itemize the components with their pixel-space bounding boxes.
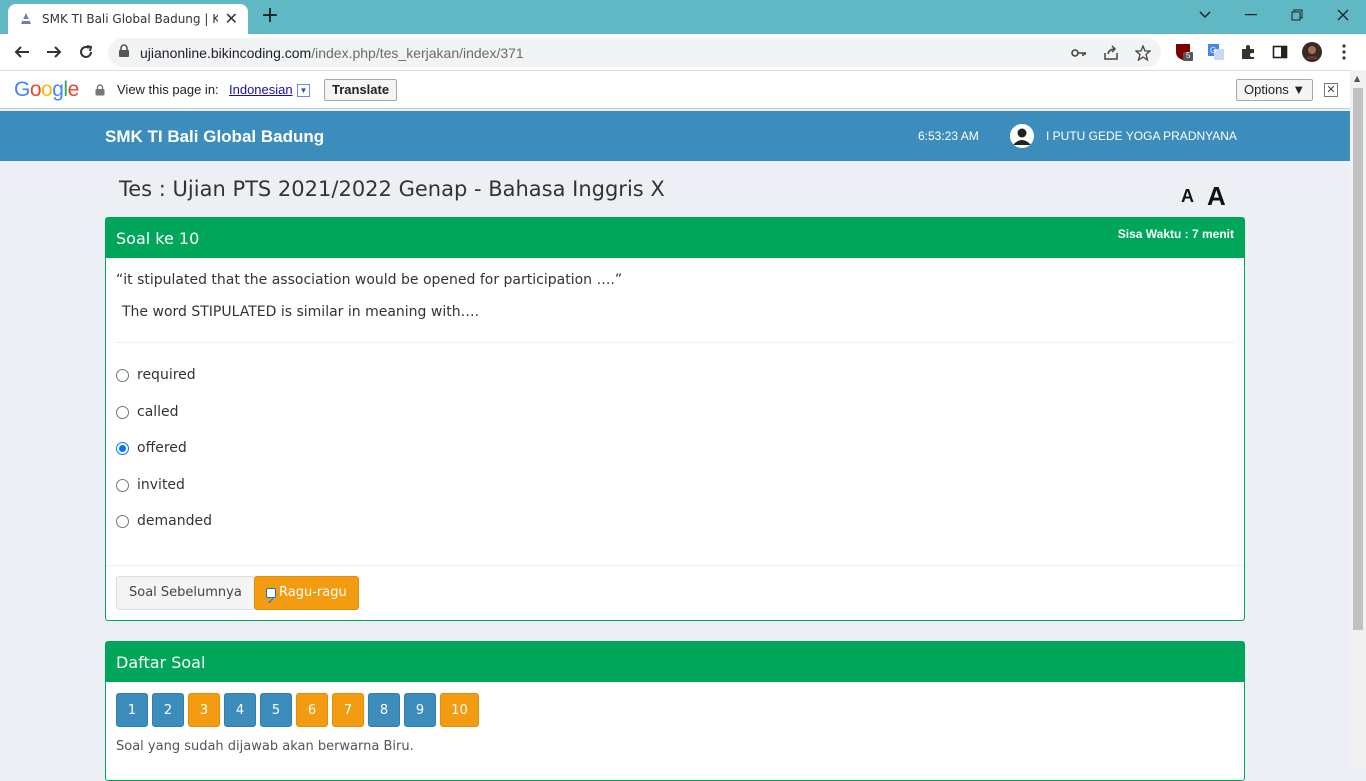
doubt-button[interactable]: Ragu-ragu [254,576,359,618]
question-list-panel: Daftar Soal 1 2 3 4 5 6 7 8 9 10 Soal yang sudah … [105,641,1245,781]
radio-button-selected[interactable] [116,441,129,455]
side-panel-icon[interactable] [1270,42,1290,62]
forward-button[interactable] [42,40,66,64]
tab-title: SMK TI Bali Global Badung | Kerjakan [42,12,218,26]
browser-toolbar: ujianonline.bikincoding.com/index.php/te… [0,34,1366,70]
google-translate-icon[interactable]: G [1206,42,1226,62]
answer-option[interactable]: demanded [116,513,212,529]
question-number-list: 1 2 3 4 5 6 7 8 9 10 [116,693,483,727]
lock-icon [95,83,105,101]
extension-badge: 5 [1186,51,1191,60]
translate-button[interactable]: Translate [324,79,398,101]
browser-tab-strip: SMK TI Bali Global Badung | Kerjakan ✕ + [0,0,1366,34]
url-path: /index.php/tes_kerjakan/index/371 [311,44,524,61]
language-dropdown-icon[interactable]: ▼ [297,84,310,97]
language-link[interactable]: Indonesian [229,82,293,97]
user-avatar-icon[interactable] [1010,124,1034,148]
svg-text:G: G [1210,46,1216,55]
question-number-button[interactable]: 4 [224,693,256,727]
radio-button[interactable] [116,514,129,528]
chevron-down-icon[interactable] [1194,4,1216,26]
share-icon[interactable] [1102,44,1120,62]
time-remaining: Sisa Waktu : 7 menit [1117,227,1234,241]
ublock-extension-icon[interactable]: 5 [1174,42,1194,62]
options-button[interactable]: Options ▼ [1236,79,1314,101]
key-icon[interactable] [1070,44,1088,62]
page-scrollbar[interactable]: ▲ [1350,70,1366,768]
close-window-button[interactable] [1332,4,1354,26]
translate-prompt: View this page in: [117,82,219,97]
question-panel: Soal ke 10 Sisa Waktu : 7 menit “it stip… [105,217,1245,621]
school-logo-icon [18,11,34,27]
question-number-button[interactable]: 9 [404,693,436,727]
new-tab-button[interactable]: + [258,5,282,29]
previous-question-button[interactable]: Soal Sebelumnya [116,576,255,610]
close-translate-bar-icon[interactable]: ✕ [1324,83,1338,97]
kebab-menu-icon[interactable] [1334,42,1354,62]
answer-option-label: demanded [137,513,212,529]
user-name[interactable]: I PUTU GEDE YOGA PRADNYANA [1046,129,1237,143]
browser-tab[interactable]: SMK TI Bali Global Badung | Kerjakan ✕ [8,4,248,34]
divider [106,565,1244,566]
doubt-checkbox[interactable] [266,586,276,618]
scroll-thumb[interactable] [1353,88,1363,630]
address-bar[interactable]: ujianonline.bikincoding.com/index.php/te… [108,38,1161,67]
divider [116,342,1234,343]
answer-option[interactable]: called [116,404,179,420]
puzzle-icon[interactable] [1238,42,1258,62]
question-number-button[interactable]: 8 [368,693,400,727]
doubt-button-label: Ragu-ragu [279,585,347,600]
app-header: SMK TI Bali Global Badung 6:53:23 AM I P… [0,111,1350,161]
question-number-button[interactable]: 5 [260,693,292,727]
question-number-button[interactable]: 6 [296,693,328,727]
answer-option-label: invited [137,477,185,493]
translate-bar: Google View this page in: Indonesian ▼ T… [0,70,1350,109]
question-list-note: Soal yang sudah dijawab akan berwarna Bi… [116,739,414,754]
scroll-up-icon[interactable]: ▲ [1354,74,1360,83]
answer-option-label: required [137,367,196,383]
question-prompt: The word STIPULATED is similar in meanin… [122,304,480,320]
question-number: Soal ke 10 [116,229,200,248]
question-text: “it stipulated that the association woul… [116,272,623,288]
question-number-button[interactable]: 2 [152,693,184,727]
clock: 6:53:23 AM [918,129,979,143]
radio-button[interactable] [116,478,129,492]
url-host: ujianonline.bikincoding.com [140,44,312,61]
brand-title[interactable]: SMK TI Bali Global Badung [105,127,324,147]
question-list-header: Daftar Soal [106,642,1244,682]
answer-option-label: offered [137,440,187,456]
question-number-button[interactable]: 7 [332,693,364,727]
minimize-button[interactable] [1240,4,1262,26]
answer-option[interactable]: invited [116,477,185,493]
radio-button[interactable] [116,368,129,382]
back-button[interactable] [10,40,34,64]
google-logo: Google [14,78,79,101]
page-title: Tes : Ujian PTS 2021/2022 Genap - Bahasa… [119,177,665,201]
restore-button[interactable] [1286,4,1308,26]
lock-icon [118,43,130,62]
close-icon[interactable]: ✕ [225,11,238,27]
reload-button[interactable] [74,40,98,64]
font-size-large-button[interactable]: A [1207,181,1226,212]
radio-button[interactable] [116,405,129,419]
font-size-small-button[interactable]: A [1181,186,1194,207]
answer-option[interactable]: required [116,367,196,383]
answer-option[interactable]: offered [116,440,187,456]
question-header: Soal ke 10 Sisa Waktu : 7 menit [106,218,1244,258]
answer-option-label: called [137,404,179,420]
question-number-button[interactable]: 1 [116,693,148,727]
question-list-title: Daftar Soal [116,653,206,672]
question-number-button[interactable]: 3 [188,693,220,727]
profile-avatar[interactable] [1302,42,1322,62]
question-number-button[interactable]: 10 [440,693,479,727]
bookmark-star-icon[interactable] [1134,44,1152,62]
